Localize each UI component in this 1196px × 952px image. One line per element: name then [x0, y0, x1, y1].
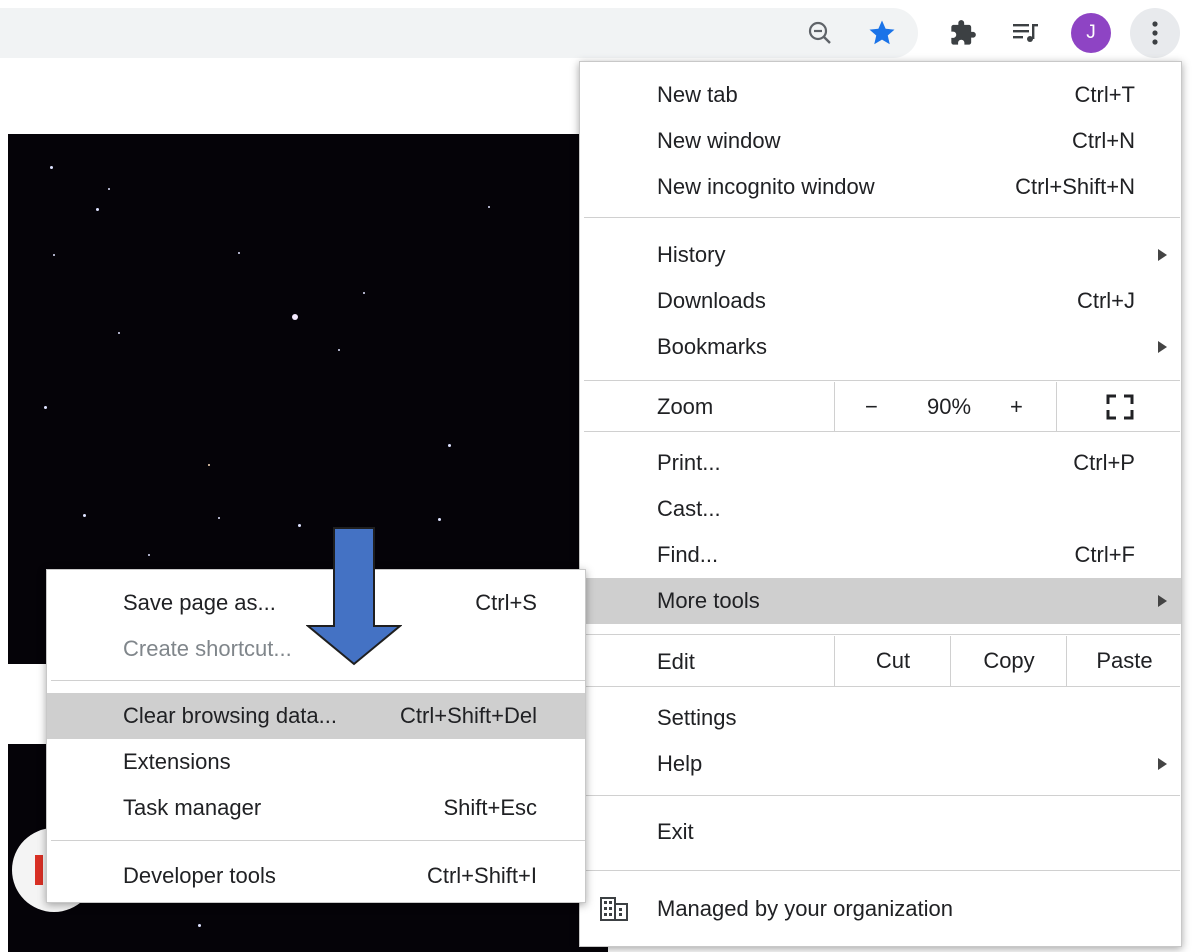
menu-item-downloads[interactable]: Downloads Ctrl+J: [580, 278, 1181, 324]
address-bar[interactable]: [0, 8, 918, 58]
menu-divider: [584, 217, 1180, 218]
extensions-puzzle-icon[interactable]: [943, 13, 983, 53]
menu-item-label: Find...: [657, 542, 719, 567]
menu-item-shortcut: Ctrl+F: [1074, 542, 1136, 567]
profile-avatar[interactable]: J: [1071, 13, 1111, 53]
managed-label: Managed by your organization: [657, 896, 953, 921]
menu-item-bookmarks[interactable]: Bookmarks: [580, 324, 1181, 370]
edit-label: Edit: [657, 649, 695, 674]
submenu-item-task-manager[interactable]: Task manager Shift+Esc: [47, 785, 585, 831]
menu-item-label: Help: [657, 751, 703, 776]
menu-divider: [584, 870, 1180, 871]
menu-item-label: Bookmarks: [657, 334, 768, 359]
building-icon: [600, 897, 628, 921]
menu-item-label: Task manager: [123, 795, 262, 820]
submenu-arrow-icon: [1158, 341, 1167, 353]
menu-item-find[interactable]: Find... Ctrl+F: [580, 532, 1181, 578]
edit-row: Edit Cut Copy Paste: [580, 636, 1181, 686]
menu-item-label: Cast...: [657, 496, 721, 521]
menu-item-more-tools[interactable]: More tools: [580, 578, 1181, 624]
menu-item-label: Exit: [657, 819, 694, 844]
menu-item-exit[interactable]: Exit: [580, 809, 1181, 855]
menu-item-shortcut: Ctrl+P: [1073, 450, 1135, 475]
menu-divider: [584, 795, 1180, 796]
menu-item-label: More tools: [657, 588, 760, 613]
submenu-item-clear-browsing-data[interactable]: Clear browsing data... Ctrl+Shift+Del: [47, 693, 585, 739]
copy-label: Copy: [983, 648, 1035, 673]
menu-item-label: New tab: [657, 82, 738, 107]
zoom-plus-label: +: [1010, 393, 1023, 419]
menu-item-shortcut: Ctrl+Shift+N: [1015, 174, 1135, 199]
chrome-main-menu: New tab Ctrl+T New window Ctrl+N New inc…: [579, 61, 1182, 947]
browser-toolbar: J: [0, 0, 1196, 64]
menu-divider: [584, 380, 1180, 381]
submenu-arrow-icon: [1158, 595, 1167, 607]
cut-button[interactable]: Cut: [834, 636, 951, 686]
menu-item-label: Settings: [657, 705, 737, 730]
menu-divider: [584, 686, 1180, 687]
paste-label: Paste: [1096, 648, 1153, 673]
three-dots-vertical-icon[interactable]: [1130, 8, 1180, 58]
menu-item-new-tab[interactable]: New tab Ctrl+T: [580, 72, 1181, 118]
down-arrow-icon: [306, 527, 402, 666]
menu-item-help[interactable]: Help: [580, 741, 1181, 787]
zoom-minus-label: −: [865, 393, 878, 419]
menu-item-label: Clear browsing data...: [123, 703, 337, 728]
menu-divider: [584, 634, 1180, 635]
fullscreen-icon: [1106, 394, 1133, 419]
menu-item-cast[interactable]: Cast...: [580, 486, 1181, 532]
menu-item-label: New window: [657, 128, 781, 153]
menu-divider: [584, 431, 1180, 432]
menu-item-shortcut: Shift+Esc: [443, 795, 537, 820]
fullscreen-button[interactable]: [1056, 382, 1182, 431]
menu-item-settings[interactable]: Settings: [580, 695, 1181, 741]
bookmark-star-icon[interactable]: [862, 13, 902, 53]
menu-item-label: Create shortcut...: [123, 636, 292, 661]
zoom-plus-button[interactable]: +: [950, 382, 1056, 431]
menu-item-history[interactable]: History: [580, 232, 1181, 278]
menu-item-shortcut: Ctrl+S: [475, 590, 537, 615]
menu-item-shortcut: Ctrl+Shift+Del: [400, 703, 537, 728]
gmail-icon: [35, 855, 43, 885]
submenu-item-extensions[interactable]: Extensions: [47, 739, 585, 785]
menu-item-shortcut: Ctrl+Shift+I: [426, 863, 537, 888]
submenu-item-developer-tools[interactable]: Developer tools Ctrl+Shift+I: [47, 853, 585, 899]
menu-item-label: Print...: [657, 450, 721, 475]
menu-divider: [51, 680, 585, 681]
zoom-label: Zoom: [657, 394, 714, 419]
menu-item-label: History: [657, 242, 726, 267]
menu-item-print[interactable]: Print... Ctrl+P: [580, 440, 1181, 486]
submenu-arrow-icon: [1158, 758, 1167, 770]
menu-item-label: Extensions: [123, 749, 231, 774]
menu-item-shortcut: Ctrl+N: [1072, 128, 1135, 153]
menu-item-shortcut: Ctrl+J: [1076, 288, 1135, 313]
menu-item-new-window[interactable]: New window Ctrl+N: [580, 118, 1181, 164]
zoom-out-icon[interactable]: [800, 13, 840, 53]
zoom-minus-button[interactable]: − 90%: [834, 382, 971, 431]
menu-item-label: Developer tools: [123, 863, 276, 888]
menu-item-label: New incognito window: [657, 174, 875, 199]
avatar-letter: J: [1086, 22, 1096, 43]
menu-item-shortcut: Ctrl+T: [1074, 82, 1136, 107]
paste-button[interactable]: Paste: [1066, 636, 1182, 686]
submenu-arrow-icon: [1158, 249, 1167, 261]
copy-button[interactable]: Copy: [950, 636, 1067, 686]
menu-item-label: Downloads: [657, 288, 766, 313]
media-playlist-icon[interactable]: [1006, 13, 1046, 53]
cut-label: Cut: [875, 648, 911, 673]
managed-by-organization[interactable]: Managed by your organization: [580, 885, 1181, 933]
zoom-row: Zoom − 90% +: [580, 382, 1181, 431]
menu-item-new-incognito-window[interactable]: New incognito window Ctrl+Shift+N: [580, 164, 1181, 210]
menu-divider: [51, 840, 585, 841]
menu-item-label: Save page as...: [123, 590, 276, 615]
